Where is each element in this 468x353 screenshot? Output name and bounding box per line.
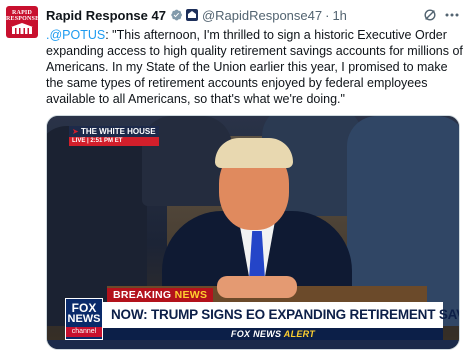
tweet-image[interactable]: ➤ THE WHITE HOUSE LIVE | 2:51 PM ET BREA…	[46, 115, 460, 350]
separator-dot: ·	[325, 7, 330, 23]
news-ticker	[47, 340, 459, 349]
display-name[interactable]: Rapid Response 47	[46, 8, 166, 23]
timestamp[interactable]: 1h	[332, 8, 346, 23]
government-affiliation-icon[interactable]	[185, 9, 198, 21]
author-handle[interactable]: @RapidResponse47	[202, 8, 322, 23]
white-house-icon	[11, 23, 33, 34]
news-lower-third: BREAKING NEWS NOW: TRUMP SIGNS EO EXPAND…	[47, 288, 459, 349]
potus-mention-link[interactable]: .@POTUS	[46, 28, 105, 42]
breaking-news-label: BREAKING NEWS	[107, 288, 214, 302]
image-speaker-hair	[215, 138, 293, 168]
fox-news-alert: FOX NEWS ALERT	[103, 328, 443, 340]
white-house-title: THE WHITE HOUSE	[80, 127, 156, 136]
avatar[interactable]: RAPID RESPONSE	[6, 6, 38, 38]
tweet-body: : "This afternoon, I'm thrilled to sign …	[46, 28, 463, 106]
tweet-text: .@POTUS: "This afternoon, I'm thrilled t…	[46, 27, 464, 107]
tweet-header: Rapid Response 47 @RapidResponse47 · 1h	[46, 7, 347, 23]
fox-news-logo: FOX NEWS channel	[65, 298, 103, 340]
grok-icon[interactable]	[423, 8, 437, 22]
news-headline: NOW: TRUMP SIGNS EO EXPANDING RETIREMENT…	[103, 302, 459, 328]
live-time: LIVE | 2:51 PM ET	[69, 137, 159, 146]
bug-arrow-icon: ➤	[72, 127, 81, 136]
more-options-icon[interactable]	[444, 8, 460, 22]
white-house-bug: ➤ THE WHITE HOUSE LIVE | 2:51 PM ET	[69, 126, 159, 146]
verified-badge-icon[interactable]	[169, 8, 183, 22]
avatar-label: RAPID RESPONSE	[6, 10, 38, 22]
